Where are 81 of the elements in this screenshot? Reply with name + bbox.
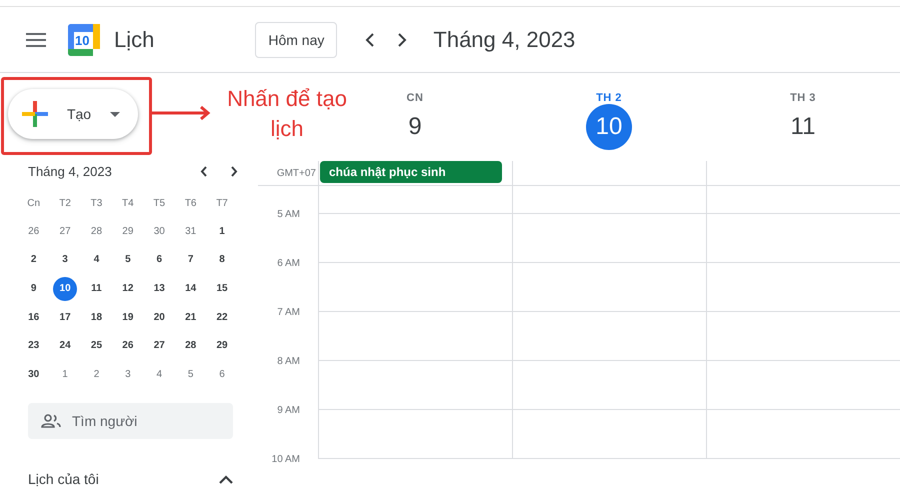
next-icon[interactable] bbox=[397, 32, 408, 46]
weekday-label: T5 bbox=[153, 198, 166, 209]
mini-calendar-day[interactable]: 16 bbox=[22, 306, 46, 330]
mini-calendar-day[interactable]: 5 bbox=[116, 248, 140, 272]
all-day-event[interactable]: chúa nhật phục sinh bbox=[320, 161, 502, 183]
mini-calendar-day[interactable]: 23 bbox=[22, 334, 46, 358]
mini-calendar-day[interactable]: 22 bbox=[210, 306, 234, 330]
mini-calendar-day[interactable]: 14 bbox=[178, 277, 203, 302]
hour-label: 8 AM bbox=[277, 356, 300, 367]
mini-calendar-day[interactable]: 2 bbox=[84, 362, 108, 387]
mini-calendar-day[interactable]: 26 bbox=[22, 220, 46, 244]
weekday-label: TH 3 bbox=[790, 92, 816, 104]
mini-calendar-day[interactable]: 24 bbox=[53, 334, 78, 358]
hour-label: 7 AM bbox=[277, 307, 300, 318]
mini-calendar-day[interactable]: 31 bbox=[178, 220, 203, 244]
date-range-title: Tháng 4, 2023 bbox=[433, 26, 576, 52]
mini-calendar-day[interactable]: 1 bbox=[53, 362, 78, 387]
mini-calendar-day[interactable]: 13 bbox=[147, 277, 172, 302]
app-name: Lịch bbox=[114, 26, 154, 52]
weekday-label: T3 bbox=[90, 198, 102, 209]
hour-label: 6 AM bbox=[277, 258, 300, 269]
mini-calendar-day[interactable]: 5 bbox=[178, 362, 203, 387]
mini-calendar-day[interactable]: 21 bbox=[178, 306, 203, 330]
arrow bbox=[152, 105, 212, 121]
next-icon[interactable] bbox=[230, 166, 238, 177]
mini-calendar-day[interactable]: 9 bbox=[22, 277, 46, 302]
mini-calendar-day[interactable]: 30 bbox=[22, 362, 46, 387]
collapse-icon[interactable] bbox=[219, 474, 233, 484]
mini-calendar-day[interactable]: 18 bbox=[84, 306, 108, 330]
timezone-label: GMT+07 bbox=[276, 168, 316, 178]
mini-calendar-day[interactable]: 3 bbox=[116, 362, 140, 387]
weekday-label: CN bbox=[406, 92, 424, 104]
mini-calendar-title: Tháng 4, 2023 bbox=[28, 164, 113, 179]
today-button[interactable]: Hôm nay bbox=[255, 22, 338, 58]
mini-calendar-day[interactable]: 29 bbox=[210, 334, 234, 358]
mini-calendar-day[interactable]: 27 bbox=[53, 220, 78, 244]
plus-icon bbox=[22, 101, 48, 127]
hour-label: 10 AM bbox=[272, 454, 300, 465]
mini-calendar-day[interactable]: 30 bbox=[147, 220, 172, 244]
weekday-label: T4 bbox=[122, 198, 134, 209]
mini-calendar-day[interactable]: 29 bbox=[116, 220, 140, 244]
hour-label: 5 AM bbox=[277, 209, 300, 220]
mini-calendar-day[interactable]: 12 bbox=[116, 277, 140, 302]
mini-calendar-day[interactable]: 3 bbox=[53, 248, 78, 272]
weekday-label: TH 2 bbox=[596, 92, 622, 104]
day-number[interactable]: 10 bbox=[586, 104, 632, 150]
mini-calendar-day[interactable]: 19 bbox=[116, 306, 140, 330]
mini-calendar-day[interactable]: 15 bbox=[210, 277, 234, 302]
mini-calendar-day[interactable]: 6 bbox=[147, 248, 172, 272]
previous-icon[interactable] bbox=[365, 32, 376, 46]
mini-calendar-day[interactable]: 26 bbox=[116, 334, 140, 358]
weekday-label: T6 bbox=[184, 198, 196, 209]
mini-calendar-day[interactable]: 27 bbox=[147, 334, 172, 358]
weekday-label: T2 bbox=[59, 198, 71, 209]
annotation-text: Nhấn để tạo lịch bbox=[226, 85, 348, 143]
mini-calendar-day[interactable]: 28 bbox=[84, 220, 108, 244]
day-number[interactable]: 9 bbox=[392, 104, 438, 150]
day-number[interactable]: 11 bbox=[780, 104, 826, 150]
dropdown-icon bbox=[110, 112, 120, 116]
my-calendars-heading: Lịch của tôi bbox=[28, 471, 99, 488]
mini-calendar-day[interactable]: 2 bbox=[22, 248, 46, 272]
mini-calendar-day[interactable]: 4 bbox=[84, 248, 108, 272]
hour-label: 9 AM bbox=[277, 405, 300, 416]
calendar-logo-icon: 10 bbox=[68, 24, 100, 56]
people-search-field[interactable]: Tìm người bbox=[28, 403, 233, 440]
menu-icon[interactable] bbox=[26, 32, 46, 46]
mini-calendar-day[interactable]: 25 bbox=[84, 334, 108, 358]
mini-calendar-day[interactable]: 7 bbox=[178, 248, 203, 272]
mini-calendar-day[interactable]: 6 bbox=[210, 362, 234, 387]
mini-calendar-day[interactable]: 8 bbox=[210, 248, 234, 272]
create-button[interactable]: Tạo bbox=[8, 89, 138, 139]
mini-calendar-day[interactable]: 1 bbox=[210, 220, 234, 244]
mini-calendar-day[interactable]: 20 bbox=[147, 306, 172, 330]
mini-calendar-day[interactable]: 4 bbox=[147, 362, 172, 387]
weekday-label: T7 bbox=[216, 198, 228, 209]
mini-calendar-day[interactable]: 10 bbox=[53, 277, 78, 302]
mini-calendar-day[interactable]: 17 bbox=[53, 306, 78, 330]
weekday-label: Cn bbox=[27, 198, 40, 209]
mini-calendar-day[interactable]: 11 bbox=[84, 277, 108, 302]
mini-calendar-day[interactable]: 28 bbox=[178, 334, 203, 358]
previous-icon[interactable] bbox=[200, 166, 208, 177]
